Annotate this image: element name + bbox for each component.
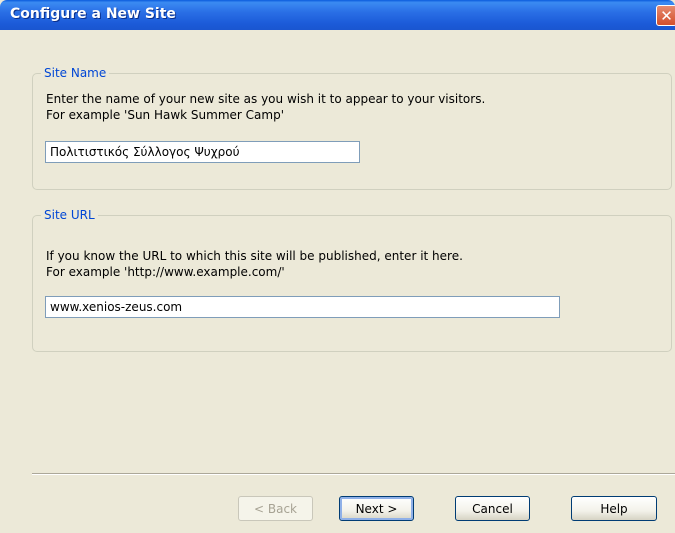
site-url-example: For example 'http://www.example.com/' [46, 265, 285, 279]
window-title: Configure a New Site [10, 6, 176, 22]
title-bar[interactable]: Configure a New Site ✕ [0, 0, 675, 30]
next-button-label: Next > [355, 501, 398, 516]
site-name-legend: Site Name [41, 66, 110, 80]
cancel-button[interactable]: Cancel [455, 496, 530, 521]
site-url-legend: Site URL [41, 208, 98, 222]
help-button[interactable]: Help [571, 496, 657, 521]
next-button[interactable]: Next > [339, 496, 414, 521]
back-button[interactable]: < Back [238, 496, 313, 521]
help-button-label: Help [600, 501, 628, 516]
close-button[interactable]: ✕ [656, 5, 675, 26]
close-icon: ✕ [660, 6, 673, 25]
site-url-input[interactable]: www.xenios-zeus.com [45, 296, 560, 318]
site-name-instruction: Enter the name of your new site as you w… [46, 92, 486, 106]
site-name-input[interactable]: Πολιτιστικός Σύλλογος Ψυχρού [45, 141, 360, 163]
site-url-group: Site URL If you know the URL to which th… [32, 208, 672, 352]
cancel-button-label: Cancel [472, 501, 513, 516]
site-name-group: Site Name Enter the name of your new sit… [32, 66, 672, 190]
site-url-instruction: If you know the URL to which this site w… [46, 249, 463, 263]
footer-separator [32, 473, 675, 475]
site-name-example: For example 'Sun Hawk Summer Camp' [46, 108, 284, 122]
back-button-label: < Back [253, 501, 297, 516]
